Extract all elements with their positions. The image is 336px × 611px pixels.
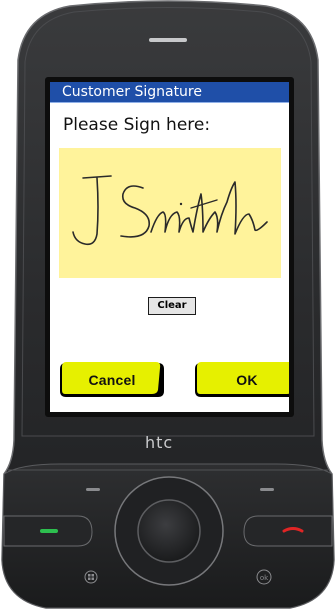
action-button[interactable]	[137, 499, 201, 563]
clear-button[interactable]: Clear	[148, 297, 196, 315]
windows-icon	[88, 574, 91, 577]
phone-screen: Customer Signature Please Sign here: Cle…	[50, 82, 289, 412]
signature-pad[interactable]	[59, 148, 281, 278]
cancel-button[interactable]: Cancel	[60, 361, 164, 399]
right-softkey-indicator	[260, 488, 274, 491]
earpiece	[149, 38, 187, 42]
htc-phone: ok htc Customer Signature Please Sign he…	[0, 0, 336, 611]
ok-button[interactable]: OK	[195, 361, 289, 399]
call-icon	[40, 529, 58, 533]
svg-text:htc: htc	[145, 433, 173, 452]
window-title: Customer Signature	[62, 84, 202, 100]
ok-label: OK	[236, 372, 258, 388]
left-softkey-indicator	[86, 488, 100, 491]
htc-logo: htc	[145, 433, 195, 453]
sign-prompt: Please Sign here:	[63, 115, 211, 135]
title-bar: Customer Signature	[50, 82, 289, 103]
end-call-button[interactable]	[243, 515, 333, 547]
signature-strokes	[72, 175, 268, 246]
ok-icon: ok	[260, 574, 269, 582]
cancel-label: Cancel	[88, 372, 136, 388]
